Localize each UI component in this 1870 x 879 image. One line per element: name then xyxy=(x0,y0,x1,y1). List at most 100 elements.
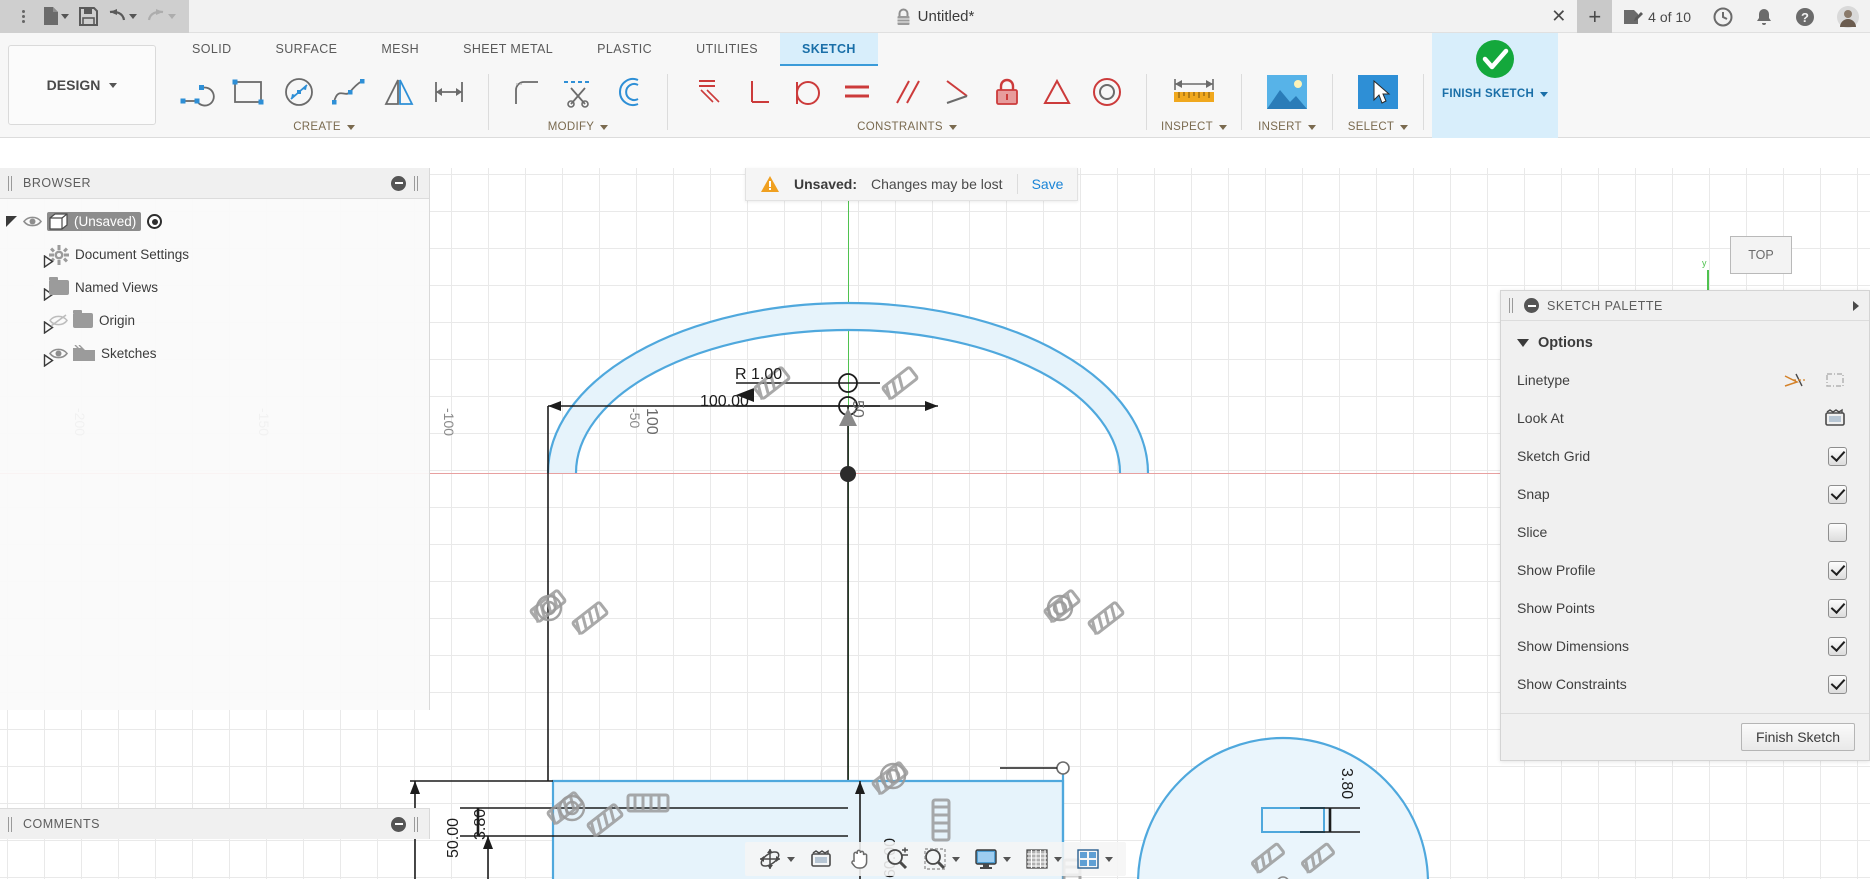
parallel-icon[interactable] xyxy=(882,67,932,117)
finish-check-icon[interactable] xyxy=(1462,34,1528,84)
palette-section-options[interactable]: Options xyxy=(1501,327,1869,361)
tab-utilities[interactable]: UTILITIES xyxy=(674,33,780,66)
dimension-icon[interactable] xyxy=(424,67,474,117)
look-at-icon[interactable] xyxy=(1823,408,1847,428)
save-link[interactable]: Save xyxy=(1032,176,1064,192)
fix-lock-icon[interactable] xyxy=(982,67,1032,117)
expand-right-icon[interactable] xyxy=(1851,300,1861,312)
insert-image-icon[interactable] xyxy=(1256,67,1318,117)
app-menu-icon[interactable] xyxy=(10,2,36,30)
look-at-icon[interactable] xyxy=(802,845,840,873)
tab-plastic[interactable]: PLASTIC xyxy=(575,33,674,66)
concentric-icon[interactable] xyxy=(1082,67,1132,117)
dimension-top-radius[interactable]: R 1.00 xyxy=(735,366,782,384)
expand-arrow-icon[interactable] xyxy=(34,281,54,301)
show-dimensions-checkbox[interactable] xyxy=(1828,636,1847,656)
browser-node-unsaved[interactable]: (Unsaved) xyxy=(0,205,429,238)
horizontal-vertical-icon[interactable] xyxy=(832,67,882,117)
panel-constraints-label[interactable]: CONSTRAINTS xyxy=(857,118,957,136)
tab-mesh[interactable]: MESH xyxy=(359,33,441,66)
finish-sketch-button[interactable]: Finish Sketch xyxy=(1740,723,1855,751)
midpoint-icon[interactable] xyxy=(932,67,982,117)
spline-icon[interactable] xyxy=(324,67,374,117)
show-constraints-checkbox[interactable] xyxy=(1828,674,1847,694)
palette-collapse-icon[interactable] xyxy=(1524,298,1539,313)
rectangle-icon[interactable] xyxy=(224,67,274,117)
workspace-switcher[interactable]: DESIGN xyxy=(8,45,156,125)
display-settings-icon[interactable] xyxy=(967,845,1018,873)
browser-node-unsaved-selection[interactable]: (Unsaved) xyxy=(47,212,142,231)
browser-collapse-icon[interactable] xyxy=(391,175,406,191)
expand-arrow-icon[interactable] xyxy=(34,248,54,268)
zoom-window-icon[interactable] xyxy=(916,844,967,874)
fillet-icon[interactable] xyxy=(503,67,553,117)
perpendicular-icon[interactable] xyxy=(732,67,782,117)
comments-dock-grip[interactable] xyxy=(414,816,421,832)
expand-triangle-icon[interactable] xyxy=(6,216,17,227)
dimension-upper-380[interactable]: 3.80 xyxy=(472,809,490,840)
show-points-checkbox[interactable] xyxy=(1828,598,1847,618)
browser-dock-grip[interactable] xyxy=(414,175,421,191)
panel-select-label[interactable]: SELECT xyxy=(1348,118,1409,136)
panel-create-label[interactable]: CREATE xyxy=(293,118,355,136)
tab-solid[interactable]: SOLID xyxy=(170,33,254,66)
snap-checkbox[interactable] xyxy=(1828,484,1847,504)
pan-hand-icon[interactable] xyxy=(840,844,878,874)
viewports-icon[interactable] xyxy=(1069,845,1120,873)
sketch-grid-checkbox[interactable] xyxy=(1828,446,1847,466)
dimension-right-100[interactable]: 100 xyxy=(642,408,660,435)
tab-surface[interactable]: SURFACE xyxy=(254,33,360,66)
select-cursor-icon[interactable] xyxy=(1347,67,1409,117)
dimension-top-100[interactable]: 100.00 xyxy=(700,393,749,411)
panel-modify-label[interactable]: MODIFY xyxy=(548,118,609,136)
help-icon[interactable]: ? xyxy=(1784,0,1826,33)
save-icon[interactable] xyxy=(75,2,101,30)
trim-icon[interactable] xyxy=(553,67,603,117)
job-status-button[interactable]: 4 of 10 xyxy=(1612,0,1702,33)
palette-resize-grip[interactable] xyxy=(1509,298,1516,313)
browser-node-named-views[interactable]: Named Views xyxy=(0,271,429,304)
circle-icon[interactable] xyxy=(274,67,324,117)
offset-icon[interactable] xyxy=(603,67,653,117)
browser-node-origin[interactable]: Origin xyxy=(0,304,429,337)
file-icon[interactable] xyxy=(39,2,72,30)
visibility-eye-icon[interactable] xyxy=(49,347,68,360)
slice-checkbox[interactable] xyxy=(1828,522,1847,542)
expand-arrow-icon[interactable] xyxy=(34,314,54,334)
zoom-icon[interactable] xyxy=(878,844,916,874)
tab-sketch[interactable]: SKETCH xyxy=(780,33,878,66)
expand-arrow-icon[interactable] xyxy=(34,347,54,367)
notifications-bell-icon[interactable] xyxy=(1744,0,1784,33)
browser-node-sketches[interactable]: Sketches xyxy=(0,337,429,370)
line-icon[interactable] xyxy=(174,67,224,117)
equal-icon[interactable] xyxy=(1032,67,1082,117)
new-tab-button[interactable]: + xyxy=(1577,0,1613,33)
panel-insert-label[interactable]: INSERT xyxy=(1258,118,1316,136)
panel-inspect-label[interactable]: INSPECT xyxy=(1161,118,1227,136)
grid-settings-icon[interactable] xyxy=(1018,845,1069,873)
construction-line-icon[interactable] xyxy=(1783,370,1807,390)
browser-node-document-settings[interactable]: Document Settings xyxy=(0,238,429,271)
show-profile-checkbox[interactable] xyxy=(1828,560,1847,580)
visibility-eye-icon[interactable] xyxy=(23,215,42,228)
coincident-icon[interactable] xyxy=(682,67,732,117)
browser-resize-grip[interactable] xyxy=(8,175,15,191)
tab-sheet-metal[interactable]: SHEET METAL xyxy=(441,33,575,66)
orbit-icon[interactable] xyxy=(751,844,802,874)
avatar[interactable] xyxy=(1826,0,1870,33)
dimension-arc-50[interactable]: 50 xyxy=(848,400,866,418)
undo-icon[interactable] xyxy=(104,2,140,30)
tangent-icon[interactable] xyxy=(782,67,832,117)
redo-icon[interactable] xyxy=(143,2,179,30)
panel-finish-sketch-label[interactable]: FINISH SKETCH xyxy=(1442,85,1549,103)
measure-icon[interactable] xyxy=(1161,67,1227,117)
close-tab-button[interactable]: ✕ xyxy=(1540,0,1577,33)
visibility-eye-off-icon[interactable] xyxy=(49,314,68,327)
mirror-icon[interactable] xyxy=(374,67,424,117)
centerline-icon[interactable] xyxy=(1823,370,1847,390)
recent-activity-icon[interactable] xyxy=(1702,0,1744,33)
comments-collapse-icon[interactable] xyxy=(391,816,406,832)
activate-component-radio[interactable] xyxy=(147,214,163,229)
comments-resize-grip[interactable] xyxy=(8,816,15,832)
dimension-circle-top-380[interactable]: 3.80 xyxy=(1337,768,1355,799)
